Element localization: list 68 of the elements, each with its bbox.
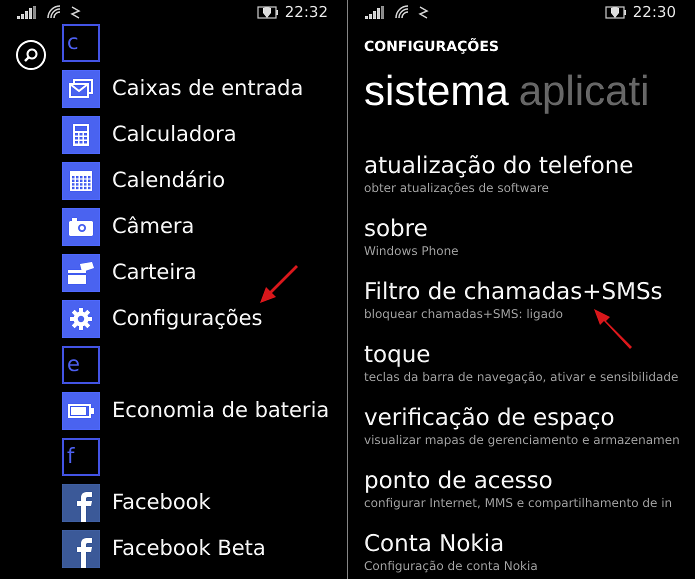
app-name: Calculadora [112, 121, 237, 148]
facebook-f-icon [76, 492, 92, 522]
pointer-arrow [258, 265, 300, 305]
setting-subtitle: teclas da barra de navegação, ativar e sensibilidade [364, 369, 678, 385]
wifi-icon [395, 5, 409, 19]
app-list-item[interactable]: Economia de bateria [62, 392, 330, 430]
pointer-arrow [592, 307, 634, 349]
status-time: 22:32 [284, 2, 328, 23]
setting-subtitle: obter atualizações de software [364, 180, 549, 196]
settings-item[interactable]: ponto de acesso configurar Internet, MMS e compartilhamento de in [364, 467, 695, 511]
app-list-item[interactable]: Câmera [62, 208, 330, 246]
wallet-icon [68, 262, 94, 284]
battery-saver-icon [604, 6, 627, 18]
settings-item[interactable]: toque teclas da barra de navegação, ativar e sensibilidade [364, 341, 695, 385]
setting-title: ponto de acesso [364, 467, 553, 495]
setting-subtitle: configurar Internet, MMS e compartilhamento de in [364, 495, 672, 511]
app-name: Câmera [112, 213, 194, 240]
settings-item[interactable]: atualização do telefone obter atualizações de software [364, 152, 695, 196]
app-list-item[interactable]: Carteira [62, 254, 330, 292]
page-header: CONFIGURAÇÕES [364, 38, 500, 56]
app-name: Calendário [112, 167, 226, 194]
app-list-item[interactable]: Configurações [62, 300, 330, 338]
settings-item[interactable]: sobre Windows Phone [364, 215, 695, 259]
app-name: Configurações [112, 305, 262, 332]
setting-title: verificação de espaço [364, 404, 615, 432]
app-name: Caixas de entrada [112, 75, 304, 102]
letter-tile[interactable]: c [62, 24, 100, 62]
app-name: Facebook [112, 489, 211, 516]
status-time: 22:30 [632, 2, 676, 23]
app-list-item[interactable]: Facebook [62, 484, 330, 522]
setting-title: toque [364, 341, 430, 369]
letter-tile[interactable]: e [62, 346, 100, 384]
setting-subtitle: Configuração de conta Nokia [364, 558, 538, 574]
calendar-icon [70, 171, 92, 191]
signal-icon [365, 6, 385, 18]
settings-item[interactable]: Filtro de chamadas+SMSs bloquear chamadas+SMS: ligado [364, 278, 695, 322]
mail-icon [69, 79, 93, 99]
app-name: Economia de bateria [112, 397, 330, 424]
wifi-icon [47, 5, 61, 19]
letter-tile[interactable]: f [62, 438, 100, 476]
gear-icon [70, 308, 92, 330]
setting-subtitle: visualizar mapas de gerenciamento e armazenamen [364, 432, 680, 448]
facebook-f-icon [76, 538, 92, 568]
setting-subtitle: Windows Phone [364, 243, 459, 259]
camera-icon [69, 218, 93, 236]
search-icon [23, 47, 39, 63]
app-list-item[interactable]: Calculadora [62, 116, 330, 154]
app-list-item[interactable]: Caixas de entrada [62, 70, 330, 108]
search-button[interactable] [16, 40, 46, 70]
battery-saver-icon [256, 6, 279, 18]
app-name: Carteira [112, 259, 197, 286]
setting-title: Filtro de chamadas+SMSs [364, 278, 663, 306]
setting-title: Conta Nokia [364, 530, 504, 558]
battery-icon [68, 404, 94, 418]
settings-item[interactable]: verificação de espaço visualizar mapas de gerenciamento e armazenamen [364, 404, 695, 448]
signal-icon [17, 6, 37, 18]
app-name: Facebook Beta [112, 535, 266, 562]
app-list-item[interactable]: Facebook Beta [62, 530, 330, 568]
setting-title: atualização do telefone [364, 152, 634, 180]
sync-icon [70, 6, 81, 18]
settings-item[interactable]: Conta Nokia Configuração de conta Nokia [364, 530, 695, 574]
calculator-icon [73, 124, 89, 146]
setting-title: sobre [364, 215, 428, 243]
setting-subtitle: bloquear chamadas+SMS: ligado [364, 306, 563, 322]
pivot-tab[interactable]: sistema [364, 62, 509, 120]
sync-icon [418, 6, 429, 18]
pivot-tab[interactable]: aplicati [518, 62, 650, 120]
app-list-item[interactable]: Calendário [62, 162, 330, 200]
